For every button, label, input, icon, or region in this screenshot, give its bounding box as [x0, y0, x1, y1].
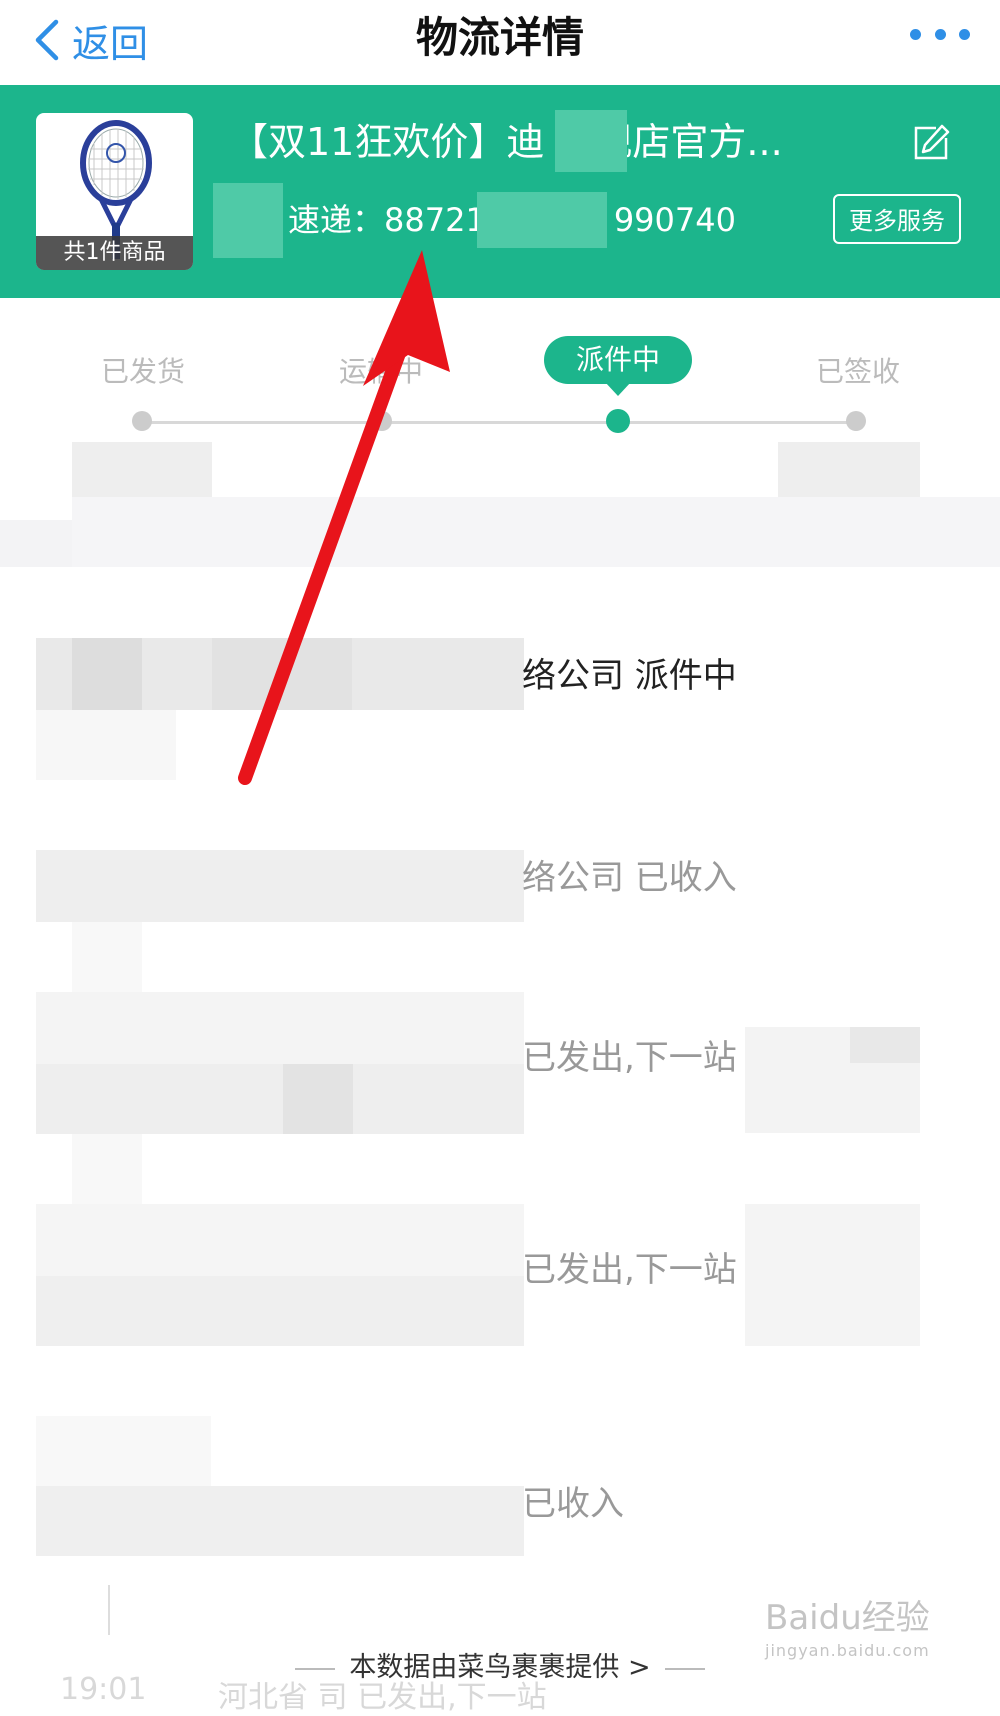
- annotation-arrow: [238, 250, 450, 785]
